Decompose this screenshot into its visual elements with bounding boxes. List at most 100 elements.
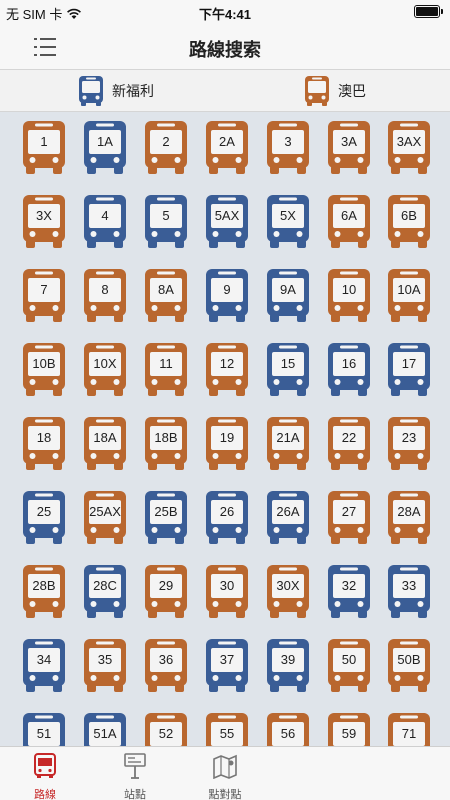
route-button[interactable]: 6A bbox=[327, 194, 371, 250]
operator-label-transmac: 澳巴 bbox=[338, 83, 366, 99]
route-button[interactable]: 1 bbox=[22, 120, 66, 176]
route-button[interactable]: 4 bbox=[83, 194, 127, 250]
route-number: 28B bbox=[32, 578, 56, 593]
route-number: 7 bbox=[40, 282, 48, 297]
route-number: 18A bbox=[93, 430, 117, 445]
route-button[interactable]: 21A bbox=[266, 416, 310, 472]
route-button[interactable]: 27 bbox=[327, 490, 371, 546]
operator-filter-transmac[interactable]: 澳巴 bbox=[304, 75, 366, 107]
route-button[interactable]: 18 bbox=[22, 416, 66, 472]
tab-stops[interactable]: 站點 bbox=[95, 753, 175, 800]
route-button[interactable]: 50B bbox=[387, 638, 431, 694]
route-number: 71 bbox=[401, 726, 417, 741]
route-button[interactable]: 30X bbox=[266, 564, 310, 620]
route-button[interactable]: 5X bbox=[266, 194, 310, 250]
route-number: 36 bbox=[158, 652, 174, 667]
route-button[interactable]: 9A bbox=[266, 268, 310, 324]
nav-bar: 路線搜索 bbox=[0, 24, 450, 70]
route-number: 21A bbox=[276, 430, 300, 445]
route-button[interactable]: 59 bbox=[327, 712, 371, 746]
route-number: 3AX bbox=[396, 134, 422, 149]
route-button[interactable]: 56 bbox=[266, 712, 310, 746]
route-button[interactable]: 50 bbox=[327, 638, 371, 694]
route-button[interactable]: 10A bbox=[387, 268, 431, 324]
route-button[interactable]: 25B bbox=[144, 490, 188, 546]
map-icon bbox=[213, 754, 237, 780]
route-button[interactable]: 23 bbox=[387, 416, 431, 472]
route-button[interactable]: 15 bbox=[266, 342, 310, 398]
route-button[interactable]: 10X bbox=[83, 342, 127, 398]
route-number: 33 bbox=[401, 578, 417, 593]
route-button[interactable]: 34 bbox=[22, 638, 66, 694]
route-number: 8 bbox=[101, 282, 109, 297]
route-number: 26A bbox=[276, 504, 300, 519]
route-number: 9A bbox=[280, 282, 296, 297]
route-number: 25B bbox=[154, 504, 178, 519]
route-button[interactable]: 22 bbox=[327, 416, 371, 472]
route-button[interactable]: 18B bbox=[144, 416, 188, 472]
route-button[interactable]: 18A bbox=[83, 416, 127, 472]
route-button[interactable]: 37 bbox=[205, 638, 249, 694]
route-button[interactable]: 71 bbox=[387, 712, 431, 746]
route-number: 17 bbox=[401, 356, 417, 371]
route-button[interactable]: 7 bbox=[22, 268, 66, 324]
route-button[interactable]: 9 bbox=[205, 268, 249, 324]
route-button[interactable]: 3X bbox=[22, 194, 66, 250]
tab-routes[interactable]: 路線 bbox=[5, 753, 85, 800]
route-number: 56 bbox=[280, 726, 296, 741]
route-button[interactable]: 55 bbox=[205, 712, 249, 746]
route-button[interactable]: 1A bbox=[83, 120, 127, 176]
route-button[interactable]: 8A bbox=[144, 268, 188, 324]
tab-point-to-point[interactable]: 點對點 bbox=[185, 753, 265, 800]
route-number: 30X bbox=[276, 578, 300, 593]
route-number: 25AX bbox=[89, 504, 121, 519]
route-button[interactable]: 36 bbox=[144, 638, 188, 694]
route-button[interactable]: 2A bbox=[205, 120, 249, 176]
route-number: 10A bbox=[397, 282, 421, 297]
route-number: 27 bbox=[341, 504, 357, 519]
route-button[interactable]: 39 bbox=[266, 638, 310, 694]
operator-filter-new-era[interactable]: 新福利 bbox=[78, 75, 154, 107]
route-button[interactable]: 11 bbox=[144, 342, 188, 398]
route-button[interactable]: 5 bbox=[144, 194, 188, 250]
route-button[interactable]: 52 bbox=[144, 712, 188, 746]
route-button[interactable]: 2 bbox=[144, 120, 188, 176]
route-button[interactable]: 6B bbox=[387, 194, 431, 250]
route-button[interactable]: 10 bbox=[327, 268, 371, 324]
route-number: 11 bbox=[159, 356, 173, 371]
route-button[interactable]: 26 bbox=[205, 490, 249, 546]
route-button[interactable]: 28A bbox=[387, 490, 431, 546]
route-number: 19 bbox=[219, 430, 235, 445]
route-button[interactable]: 32 bbox=[327, 564, 371, 620]
blue-bus-icon bbox=[79, 76, 103, 106]
route-number: 15 bbox=[280, 356, 296, 371]
route-button[interactable]: 3AX bbox=[387, 120, 431, 176]
route-button[interactable]: 25 bbox=[22, 490, 66, 546]
route-number: 51A bbox=[93, 726, 117, 741]
route-button[interactable]: 3A bbox=[327, 120, 371, 176]
route-button[interactable]: 3 bbox=[266, 120, 310, 176]
route-button[interactable]: 51 bbox=[22, 712, 66, 746]
route-button[interactable]: 28B bbox=[22, 564, 66, 620]
route-button[interactable]: 5AX bbox=[205, 194, 249, 250]
status-time: 下午4:41 bbox=[198, 7, 252, 22]
route-number: 29 bbox=[158, 578, 174, 593]
route-button[interactable]: 17 bbox=[387, 342, 431, 398]
route-button[interactable]: 51A bbox=[83, 712, 127, 746]
bus-stop-icon bbox=[124, 753, 146, 779]
route-button[interactable]: 19 bbox=[205, 416, 249, 472]
operator-bar: 新福利 澳巴 bbox=[0, 70, 450, 112]
route-number: 26 bbox=[219, 504, 235, 519]
route-button[interactable]: 12 bbox=[205, 342, 249, 398]
route-button[interactable]: 26A bbox=[266, 490, 310, 546]
route-button[interactable]: 35 bbox=[83, 638, 127, 694]
route-button[interactable]: 30 bbox=[205, 564, 249, 620]
route-button[interactable]: 33 bbox=[387, 564, 431, 620]
route-button[interactable]: 25AX bbox=[83, 490, 127, 546]
route-button[interactable]: 10B bbox=[22, 342, 66, 398]
route-button[interactable]: 28C bbox=[83, 564, 127, 620]
route-button[interactable]: 8 bbox=[83, 268, 127, 324]
route-button[interactable]: 16 bbox=[327, 342, 371, 398]
route-button[interactable]: 29 bbox=[144, 564, 188, 620]
route-number: 18B bbox=[154, 430, 178, 445]
